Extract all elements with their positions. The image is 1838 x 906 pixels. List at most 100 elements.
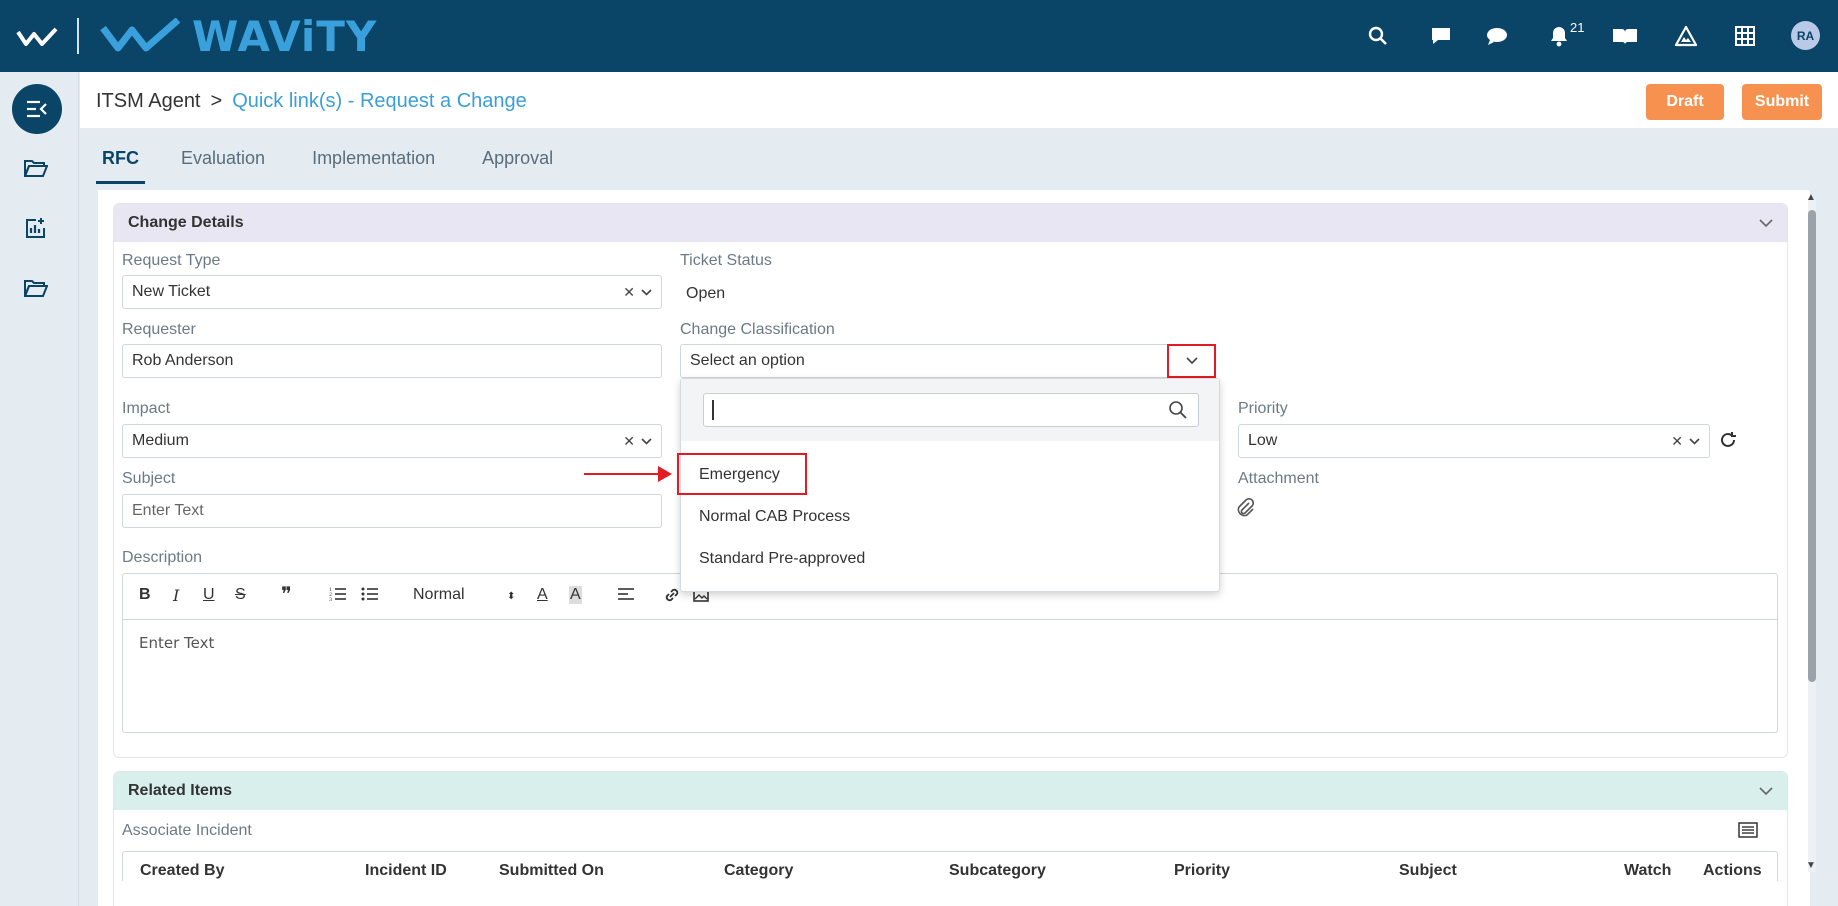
clear-icon[interactable]: ✕ bbox=[1671, 433, 1683, 450]
breadcrumb: ITSM Agent > Quick link(s) - Request a C… bbox=[96, 90, 527, 113]
request-type-label: Request Type bbox=[122, 252, 221, 269]
paperclip-icon[interactable] bbox=[1236, 497, 1255, 523]
emergency-highlight-box bbox=[677, 453, 807, 495]
chat-icon[interactable] bbox=[1483, 22, 1511, 50]
column-header[interactable]: Category bbox=[724, 862, 793, 880]
description-textarea[interactable]: Enter Text bbox=[123, 620, 1777, 666]
dropdown-search-input[interactable] bbox=[703, 393, 1199, 427]
column-header[interactable]: Actions bbox=[1703, 862, 1762, 880]
impact-label: Impact bbox=[122, 400, 171, 417]
blockquote-icon[interactable]: ❞ bbox=[281, 582, 292, 606]
column-header[interactable]: Submitted On bbox=[499, 862, 604, 880]
side-rail bbox=[0, 72, 79, 906]
menu-collapse-button[interactable] bbox=[12, 84, 62, 134]
description-editor: B I U S ❞ 123 Normal ⬍ A A Enter Text bbox=[122, 573, 1778, 733]
annotation-arrow-line bbox=[584, 473, 660, 475]
draft-button[interactable]: Draft bbox=[1646, 84, 1724, 120]
bold-icon[interactable]: B bbox=[139, 586, 151, 604]
text-format-select[interactable]: Normal ⬍ bbox=[413, 586, 515, 604]
request-type-select[interactable]: New Ticket ✕ bbox=[122, 275, 662, 309]
warning-triangle-icon[interactable] bbox=[1672, 22, 1700, 50]
chevron-down-icon[interactable] bbox=[1759, 786, 1773, 796]
notification-count: 21 bbox=[1570, 20, 1585, 35]
tab-approval[interactable]: Approval bbox=[482, 138, 553, 184]
requester-label: Requester bbox=[122, 321, 196, 338]
description-placeholder: Enter Text bbox=[139, 634, 215, 652]
knowledge-book-icon[interactable] bbox=[1611, 22, 1639, 50]
breadcrumb-separator: > bbox=[210, 90, 223, 112]
subject-input[interactable]: Enter Text bbox=[122, 494, 662, 528]
ordered-list-icon[interactable]: 123 bbox=[329, 586, 347, 606]
incident-table-header: Created By Incident ID Submitted On Cate… bbox=[122, 851, 1778, 881]
top-bar: WAViTY 21 RA bbox=[0, 0, 1838, 72]
text-format-value: Normal bbox=[413, 586, 465, 603]
attachment-label: Attachment bbox=[1238, 470, 1319, 487]
strikethrough-icon[interactable]: S bbox=[235, 586, 246, 604]
column-header[interactable]: Priority bbox=[1174, 862, 1230, 880]
user-avatar[interactable]: RA bbox=[1791, 21, 1820, 50]
priority-value: Low bbox=[1248, 432, 1278, 449]
chevron-down-icon[interactable] bbox=[641, 437, 652, 445]
brand-name: WAViTY bbox=[192, 11, 378, 61]
tab-rfc[interactable]: RFC bbox=[96, 138, 145, 184]
ticket-status-value: Open bbox=[686, 285, 726, 302]
bullet-list-icon[interactable] bbox=[361, 586, 379, 606]
background-color-icon[interactable]: A bbox=[569, 586, 582, 604]
change-classification-placeholder: Select an option bbox=[690, 352, 805, 369]
column-header[interactable]: Subcategory bbox=[949, 862, 1046, 880]
refresh-icon[interactable] bbox=[1718, 430, 1738, 455]
option-normal-cab-process[interactable]: Normal CAB Process bbox=[699, 508, 850, 526]
description-label: Description bbox=[122, 549, 203, 566]
chevron-down-icon[interactable] bbox=[1759, 218, 1773, 228]
annotation-arrow-head-icon bbox=[658, 466, 672, 482]
notification-bell-icon[interactable] bbox=[1545, 22, 1573, 50]
wavity-mark-icon[interactable] bbox=[16, 26, 60, 48]
clear-icon[interactable]: ✕ bbox=[623, 284, 635, 301]
requester-field[interactable]: Rob Anderson bbox=[122, 344, 662, 378]
breadcrumb-root[interactable]: ITSM Agent bbox=[96, 90, 201, 113]
change-details-header[interactable]: Change Details bbox=[114, 204, 1787, 242]
column-header[interactable]: Created By bbox=[140, 862, 224, 880]
scroll-down-arrow-icon[interactable]: ▼ bbox=[1806, 860, 1816, 871]
subject-placeholder: Enter Text bbox=[132, 502, 204, 519]
column-header[interactable]: Subject bbox=[1399, 862, 1457, 880]
align-left-icon[interactable] bbox=[617, 586, 635, 606]
priority-select[interactable]: Low ✕ bbox=[1238, 424, 1710, 458]
folder-open-icon[interactable] bbox=[22, 154, 50, 182]
related-items-header[interactable]: Related Items bbox=[114, 772, 1787, 810]
tab-bar: RFC Evaluation Implementation Approval bbox=[96, 138, 600, 184]
wavity-logo-icon bbox=[100, 18, 181, 52]
search-icon[interactable] bbox=[1364, 22, 1392, 50]
breadcrumb-current[interactable]: Quick link(s) - Request a Change bbox=[232, 90, 527, 113]
logo-divider bbox=[77, 18, 79, 54]
search-icon[interactable] bbox=[1168, 400, 1188, 420]
option-standard-pre-approved[interactable]: Standard Pre-approved bbox=[699, 550, 865, 568]
folder-icon[interactable] bbox=[22, 274, 50, 302]
report-chart-icon[interactable] bbox=[22, 214, 50, 242]
svg-text:3: 3 bbox=[329, 597, 332, 602]
subject-label: Subject bbox=[122, 470, 176, 487]
link-icon[interactable] bbox=[663, 586, 681, 608]
change-classification-select[interactable]: Select an option bbox=[680, 344, 1216, 378]
message-icon[interactable] bbox=[1427, 22, 1455, 50]
scrollbar-thumb[interactable] bbox=[1808, 210, 1816, 682]
wavity-logo: WAViTY bbox=[100, 12, 377, 61]
change-classification-dropdown-toggle[interactable] bbox=[1167, 344, 1216, 378]
associate-incident-label: Associate Incident bbox=[122, 822, 252, 839]
underline-icon[interactable]: U bbox=[203, 586, 215, 604]
list-view-icon[interactable] bbox=[1738, 822, 1758, 843]
chevron-down-icon[interactable] bbox=[1689, 437, 1700, 445]
submit-button[interactable]: Submit bbox=[1742, 84, 1822, 120]
apps-grid-icon[interactable] bbox=[1731, 22, 1759, 50]
italic-icon[interactable]: I bbox=[173, 586, 179, 605]
scroll-up-arrow-icon[interactable]: ▲ bbox=[1806, 192, 1816, 203]
column-header[interactable]: Watch List bbox=[1624, 862, 1676, 880]
dropdown-search-area bbox=[681, 379, 1219, 441]
chevron-down-icon[interactable] bbox=[641, 288, 652, 296]
text-color-icon[interactable]: A bbox=[537, 586, 548, 604]
impact-select[interactable]: Medium ✕ bbox=[122, 424, 662, 458]
tab-evaluation[interactable]: Evaluation bbox=[181, 138, 265, 184]
column-header[interactable]: Incident ID bbox=[365, 862, 447, 880]
tab-implementation[interactable]: Implementation bbox=[312, 138, 435, 184]
clear-icon[interactable]: ✕ bbox=[623, 433, 635, 450]
